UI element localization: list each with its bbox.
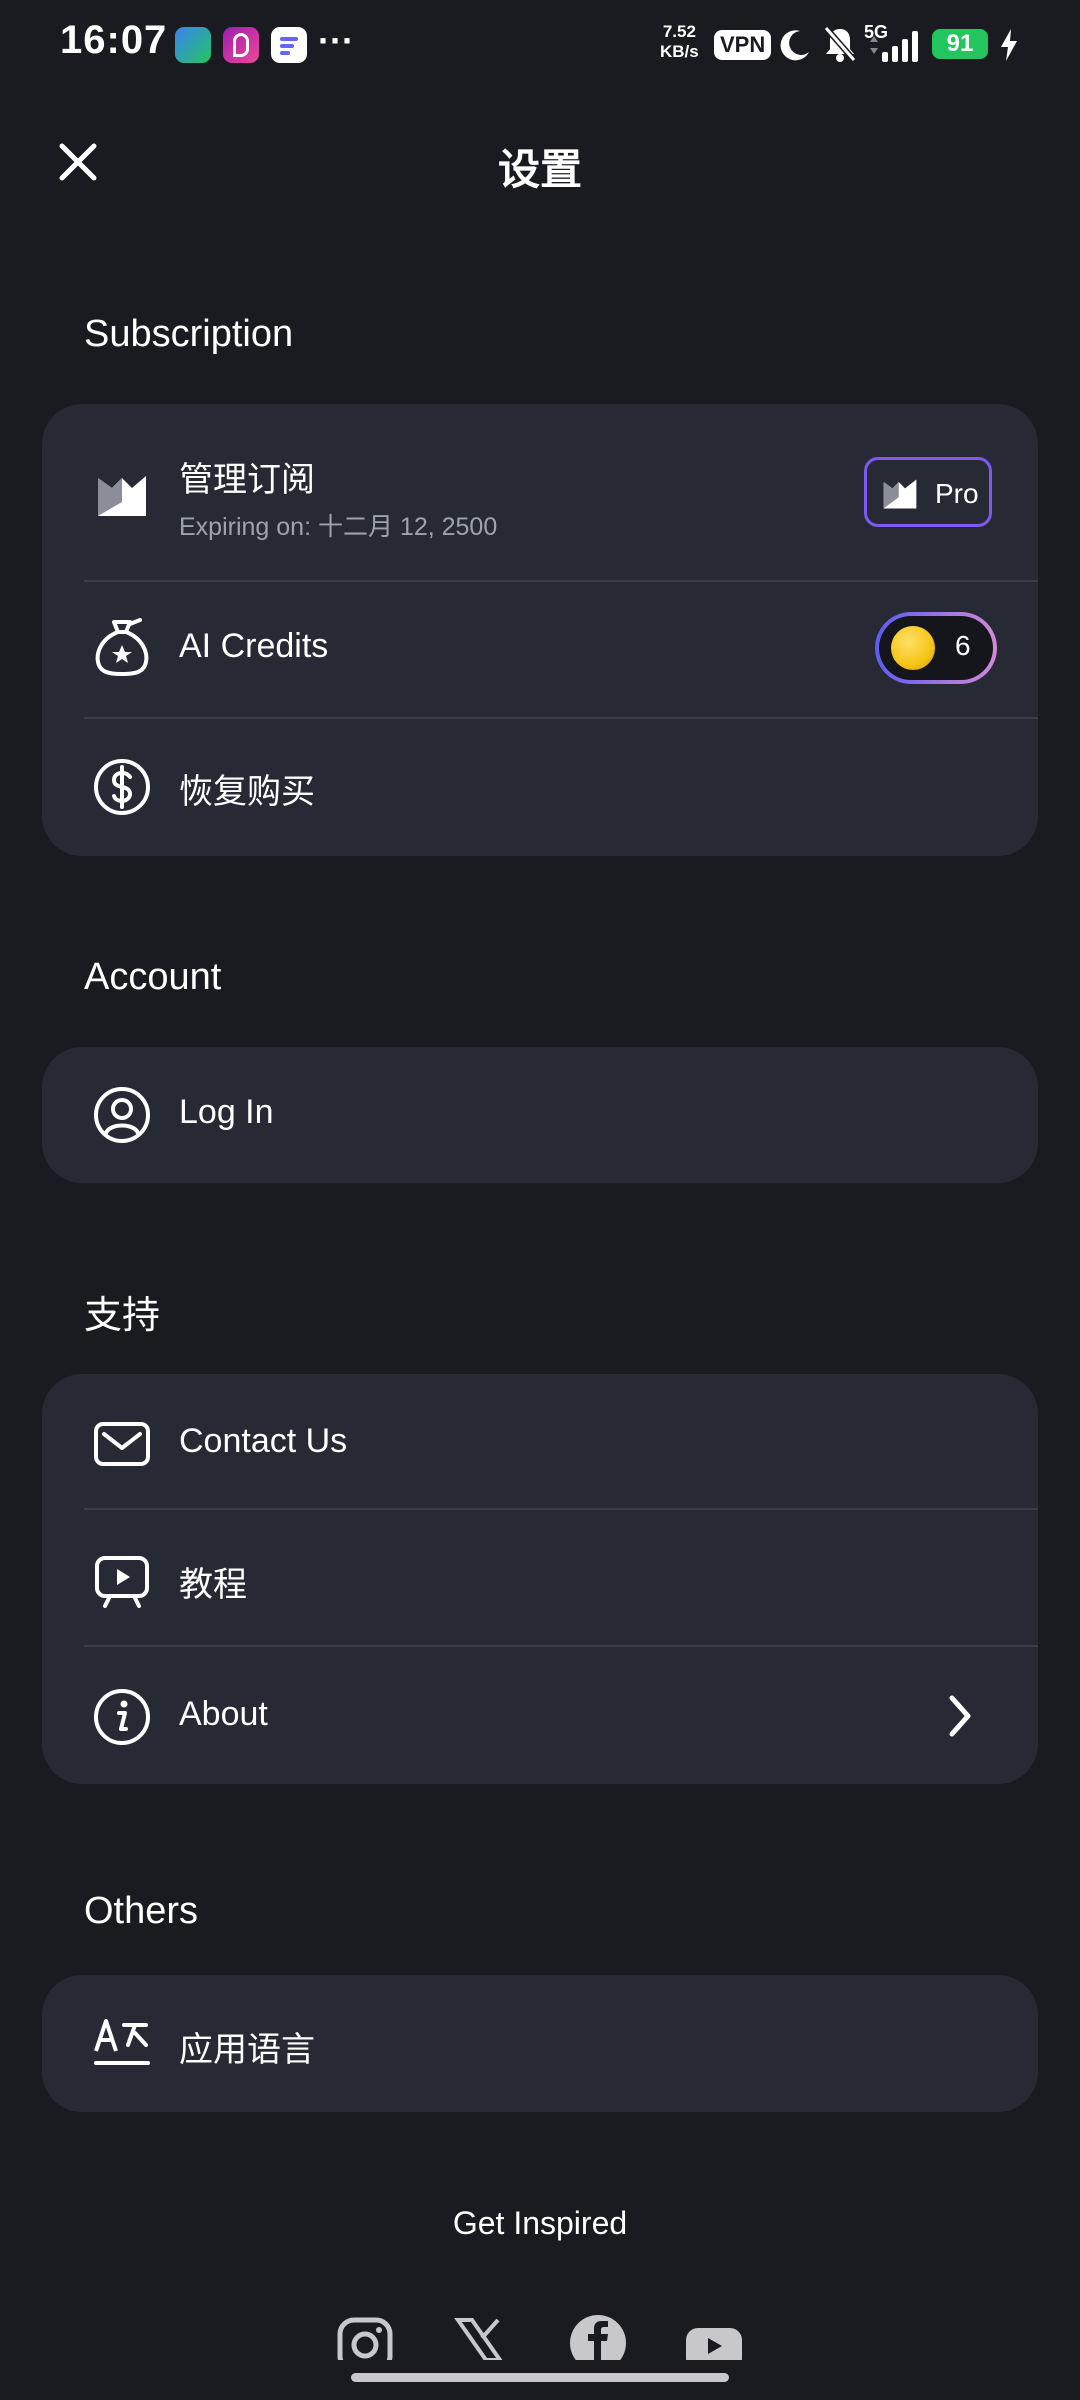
gallery-app-icon	[175, 27, 211, 63]
contact-us-label: Contact Us	[179, 1422, 348, 1460]
pro-crown-icon	[883, 479, 917, 509]
crown-logo-icon	[98, 476, 146, 516]
network-speed: 7.52 KB/s	[660, 22, 699, 62]
video-tutorial-icon	[95, 1556, 149, 1608]
x-icon[interactable]	[454, 2318, 504, 2360]
pro-badge-label: Pro	[935, 478, 979, 509]
facebook-icon[interactable]	[568, 2313, 628, 2360]
battery-indicator: 91	[932, 29, 988, 59]
status-time: 16:07	[60, 18, 168, 62]
bell-muted-icon	[823, 26, 857, 62]
others-card: 应用语言	[42, 1975, 1038, 2112]
account-card: Log In	[42, 1047, 1038, 1183]
login-row[interactable]: Log In	[42, 1047, 1038, 1183]
get-inspired-title: Get Inspired	[452, 2205, 628, 2241]
network-speed-value: 7.52	[662, 22, 696, 41]
app-language-label: 应用语言	[179, 2031, 315, 2069]
info-icon	[94, 1689, 150, 1745]
charging-icon	[1001, 29, 1017, 61]
moon-icon	[780, 30, 809, 61]
expiry-date: Expiring on: 十二月 12, 2500	[179, 513, 498, 541]
tutorial-row[interactable]: 教程	[42, 1510, 1038, 1645]
picsart-app-icon	[223, 27, 259, 63]
network-speed-unit: KB/s	[660, 42, 699, 61]
dollar-circle-icon	[94, 759, 150, 815]
translate-icon	[94, 2019, 150, 2065]
tasks-app-icon	[271, 27, 307, 63]
login-label: Log In	[179, 1093, 274, 1131]
contact-us-row[interactable]: Contact Us	[42, 1374, 1038, 1508]
ai-credits-badge: 6	[875, 612, 997, 684]
app-language-row[interactable]: 应用语言	[42, 1975, 1038, 2112]
manage-subscription-label: 管理订阅	[179, 461, 315, 499]
section-heading-others: Others	[84, 1890, 199, 1932]
vpn-badge: VPN	[714, 30, 772, 60]
section-heading-support: 支持	[84, 1295, 161, 1337]
ai-credits-row[interactable]: AI Credits 6	[42, 582, 1038, 717]
money-bag-icon	[95, 618, 149, 676]
ai-credits-label: AI Credits	[179, 627, 329, 665]
tutorial-label: 教程	[179, 1566, 247, 1604]
chevron-right-icon	[949, 1695, 971, 1737]
ai-credits-value: 6	[955, 630, 971, 661]
coin-icon	[891, 626, 935, 670]
home-indicator[interactable]	[351, 2373, 729, 2382]
user-circle-icon	[94, 1087, 150, 1143]
support-card: Contact Us 教程 About	[42, 1374, 1038, 1784]
page-title: 设置	[497, 146, 582, 193]
youtube-icon[interactable]	[684, 2326, 744, 2360]
restore-purchase-label: 恢复购买	[179, 773, 315, 811]
instagram-icon[interactable]	[336, 2316, 394, 2360]
section-heading-account: Account	[84, 956, 222, 998]
more-notifications-icon: ···	[318, 20, 354, 61]
about-row[interactable]: About	[42, 1647, 1038, 1784]
section-heading-subscription: Subscription	[84, 313, 294, 355]
manage-subscription-row[interactable]: 管理订阅 Expiring on: 十二月 12, 2500 Pro	[42, 404, 1038, 580]
signal-icon	[870, 31, 918, 62]
pro-badge: Pro	[864, 457, 992, 527]
subscription-card: 管理订阅 Expiring on: 十二月 12, 2500 Pro AI Cr…	[42, 404, 1038, 856]
about-label: About	[179, 1695, 268, 1733]
mail-icon	[94, 1422, 150, 1466]
restore-purchase-row[interactable]: 恢复购买	[42, 719, 1038, 856]
